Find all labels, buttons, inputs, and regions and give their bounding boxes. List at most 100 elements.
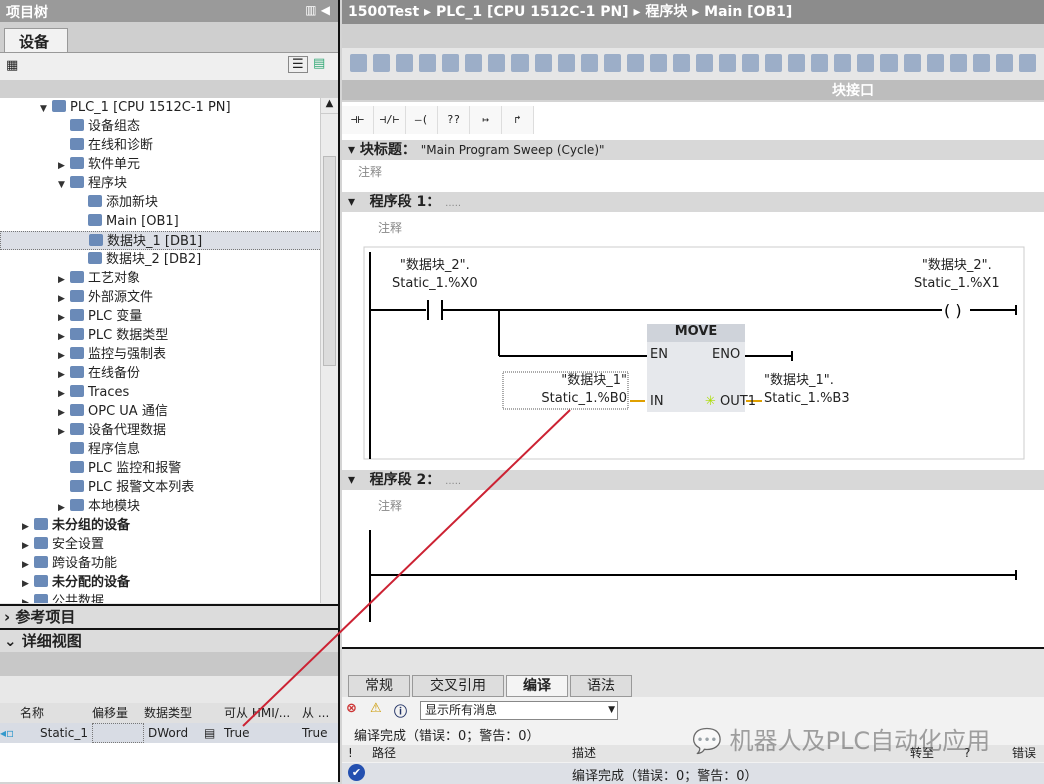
- tree-item[interactable]: Main [OB1]: [0, 212, 338, 231]
- table-row[interactable]: ◂▫ Static_1 DWord ▤ True True: [0, 723, 338, 743]
- toolbar-button-icon[interactable]: [834, 54, 852, 72]
- tab-cross-reference[interactable]: 交叉引用: [412, 675, 504, 697]
- warnings-filter-icon[interactable]: ⚠: [370, 701, 382, 716]
- tree-item[interactable]: 数据块_2 [DB2]: [0, 250, 338, 269]
- tab-general[interactable]: 常规: [348, 675, 410, 697]
- tree-item[interactable]: 在线和诊断: [0, 136, 338, 155]
- tree-node-icon: [88, 214, 102, 226]
- tree-scrollbar[interactable]: ▲: [320, 98, 338, 603]
- toolbar-button-icon[interactable]: [972, 54, 990, 72]
- tree-node-icon: [70, 157, 84, 169]
- tree-node-icon: [70, 309, 84, 321]
- tree-item[interactable]: 程序信息: [0, 440, 338, 459]
- toolbar-button-icon[interactable]: [649, 54, 667, 72]
- tree-item[interactable]: ▶ 在线备份: [0, 364, 338, 383]
- message-row[interactable]: ✔ 编译完成（错误：0；警告：0）: [342, 763, 1044, 784]
- errors-filter-icon[interactable]: ⊗: [346, 701, 357, 716]
- tree-item[interactable]: ▶ PLC 数据类型: [0, 326, 338, 345]
- new-group-icon[interactable]: ▦: [6, 58, 18, 73]
- detail-view-icon[interactable]: ☰: [288, 56, 308, 73]
- contact-operand[interactable]: "数据块_2". Static_1.%X0: [392, 257, 478, 293]
- toolbar-button-icon[interactable]: [442, 54, 460, 72]
- toolbar-button-icon[interactable]: [373, 54, 391, 72]
- compile-status: 编译完成（错误：0；警告：0）: [354, 729, 540, 744]
- tree-item-label: PLC 报警文本列表: [88, 480, 195, 495]
- tree-item[interactable]: ▶ 外部源文件: [0, 288, 338, 307]
- tree-item[interactable]: ▶ OPC UA 通信: [0, 402, 338, 421]
- toolbar-button-icon[interactable]: [580, 54, 598, 72]
- tree-item[interactable]: ▶ 未分组的设备: [0, 516, 338, 535]
- tree-item[interactable]: PLC 监控和报警: [0, 459, 338, 478]
- toolbar-button-icon[interactable]: [465, 54, 483, 72]
- toolbar-button-icon[interactable]: [995, 54, 1013, 72]
- tree-item[interactable]: ▼ PLC_1 [CPU 1512C-1 PN]: [0, 98, 338, 117]
- toolbar-button-icon[interactable]: [1018, 54, 1036, 72]
- tree-item[interactable]: ▶ Traces: [0, 383, 338, 402]
- add-output-icon[interactable]: ✳: [705, 394, 716, 409]
- export-icon[interactable]: ▤: [313, 56, 325, 71]
- block-interface-bar[interactable]: 块接口: [342, 80, 1044, 100]
- detail-view-header[interactable]: ⌄ 详细视图: [0, 628, 338, 652]
- coil-operand[interactable]: "数据块_2". Static_1.%X1: [914, 257, 1000, 293]
- list-icon[interactable]: ▤: [204, 723, 224, 743]
- tree-item-label: 本地模块: [88, 499, 141, 514]
- info-filter-icon[interactable]: ⓘ: [394, 701, 407, 720]
- toolbar-button-icon[interactable]: [742, 54, 760, 72]
- tree-item[interactable]: ▶ 工艺对象: [0, 269, 338, 288]
- toolbar-button-icon[interactable]: [788, 54, 806, 72]
- toolbar-button-icon[interactable]: [626, 54, 644, 72]
- tree-item[interactable]: ▶ 未分配的设备: [0, 573, 338, 592]
- message-filter-select[interactable]: 显示所有消息 ▼: [420, 701, 618, 720]
- tree-item[interactable]: 添加新块: [0, 193, 338, 212]
- toolbar-button-icon[interactable]: [695, 54, 713, 72]
- toolbar-button-icon[interactable]: [949, 54, 967, 72]
- tree-item[interactable]: ▶ 跨设备功能: [0, 554, 338, 573]
- toolbar-button-icon[interactable]: [672, 54, 690, 72]
- toolbar-button-icon[interactable]: [511, 54, 529, 72]
- toolbar-button-icon[interactable]: [396, 54, 414, 72]
- reference-projects-header[interactable]: › 参考项目: [0, 604, 338, 628]
- toolbar-button-icon[interactable]: [350, 54, 368, 72]
- expand-arrow-icon[interactable]: ▶: [22, 594, 34, 603]
- tab-syntax[interactable]: 语法: [570, 675, 632, 697]
- tree-node-icon: [70, 461, 84, 473]
- tree-item[interactable]: ▶ 软件单元: [0, 155, 338, 174]
- in-pin: IN: [650, 394, 664, 409]
- project-tree-panel: 项目树 ▥ ◀ 设备 ▦ ☰ ▤ ▼ PLC_1 [CPU 1512C-1 PN] 设…: [0, 0, 340, 782]
- tree-item[interactable]: ▶ PLC 变量: [0, 307, 338, 326]
- tree-item[interactable]: PLC 报警文本列表: [0, 478, 338, 497]
- toolbar-button-icon[interactable]: [603, 54, 621, 72]
- tree-item[interactable]: 设备组态: [0, 117, 338, 136]
- tab-compile[interactable]: 编译: [506, 675, 568, 697]
- toolbar-button-icon[interactable]: [811, 54, 829, 72]
- toolbar-button-icon[interactable]: [926, 54, 944, 72]
- toolbar-button-icon[interactable]: [557, 54, 575, 72]
- tree-node-icon: [70, 271, 84, 283]
- tree-item-label: 未分组的设备: [52, 518, 131, 533]
- toolbar-button-icon[interactable]: [719, 54, 737, 72]
- toolbar-button-icon[interactable]: [880, 54, 898, 72]
- toolbar-button-icon[interactable]: [534, 54, 552, 72]
- tree-item[interactable]: ▶ 监控与强制表: [0, 345, 338, 364]
- toolbar-button-icon[interactable]: [765, 54, 783, 72]
- success-icon: ✔: [348, 764, 365, 781]
- in-operand[interactable]: "数据块_1" Static_1.%B0: [505, 372, 627, 408]
- tree-node-icon: [88, 252, 102, 264]
- collapse-panel-icon[interactable]: ▥ ◀: [305, 3, 330, 17]
- tree-item[interactable]: ▼ 程序块: [0, 174, 338, 193]
- coil: ( ): [944, 301, 962, 320]
- tree-item[interactable]: ▶ 本地模块: [0, 497, 338, 516]
- en-pin: EN: [650, 347, 668, 362]
- toolbar-button-icon[interactable]: [857, 54, 875, 72]
- out-operand[interactable]: "数据块_1". Static_1.%B3: [764, 372, 850, 408]
- tree-node-icon: [70, 385, 84, 397]
- tree-item[interactable]: 数据块_1 [DB1]: [0, 231, 338, 250]
- toolbar-button-icon[interactable]: [903, 54, 921, 72]
- toolbar-button-icon[interactable]: [488, 54, 506, 72]
- tree-item[interactable]: ▶ 安全设置: [0, 535, 338, 554]
- tab-devices[interactable]: 设备: [4, 28, 68, 52]
- tree-node-icon: [70, 119, 84, 131]
- tree-item[interactable]: ▶ 设备代理数据: [0, 421, 338, 440]
- toolbar-button-icon[interactable]: [419, 54, 437, 72]
- tree-item[interactable]: ▶ 公共数据: [0, 592, 338, 603]
